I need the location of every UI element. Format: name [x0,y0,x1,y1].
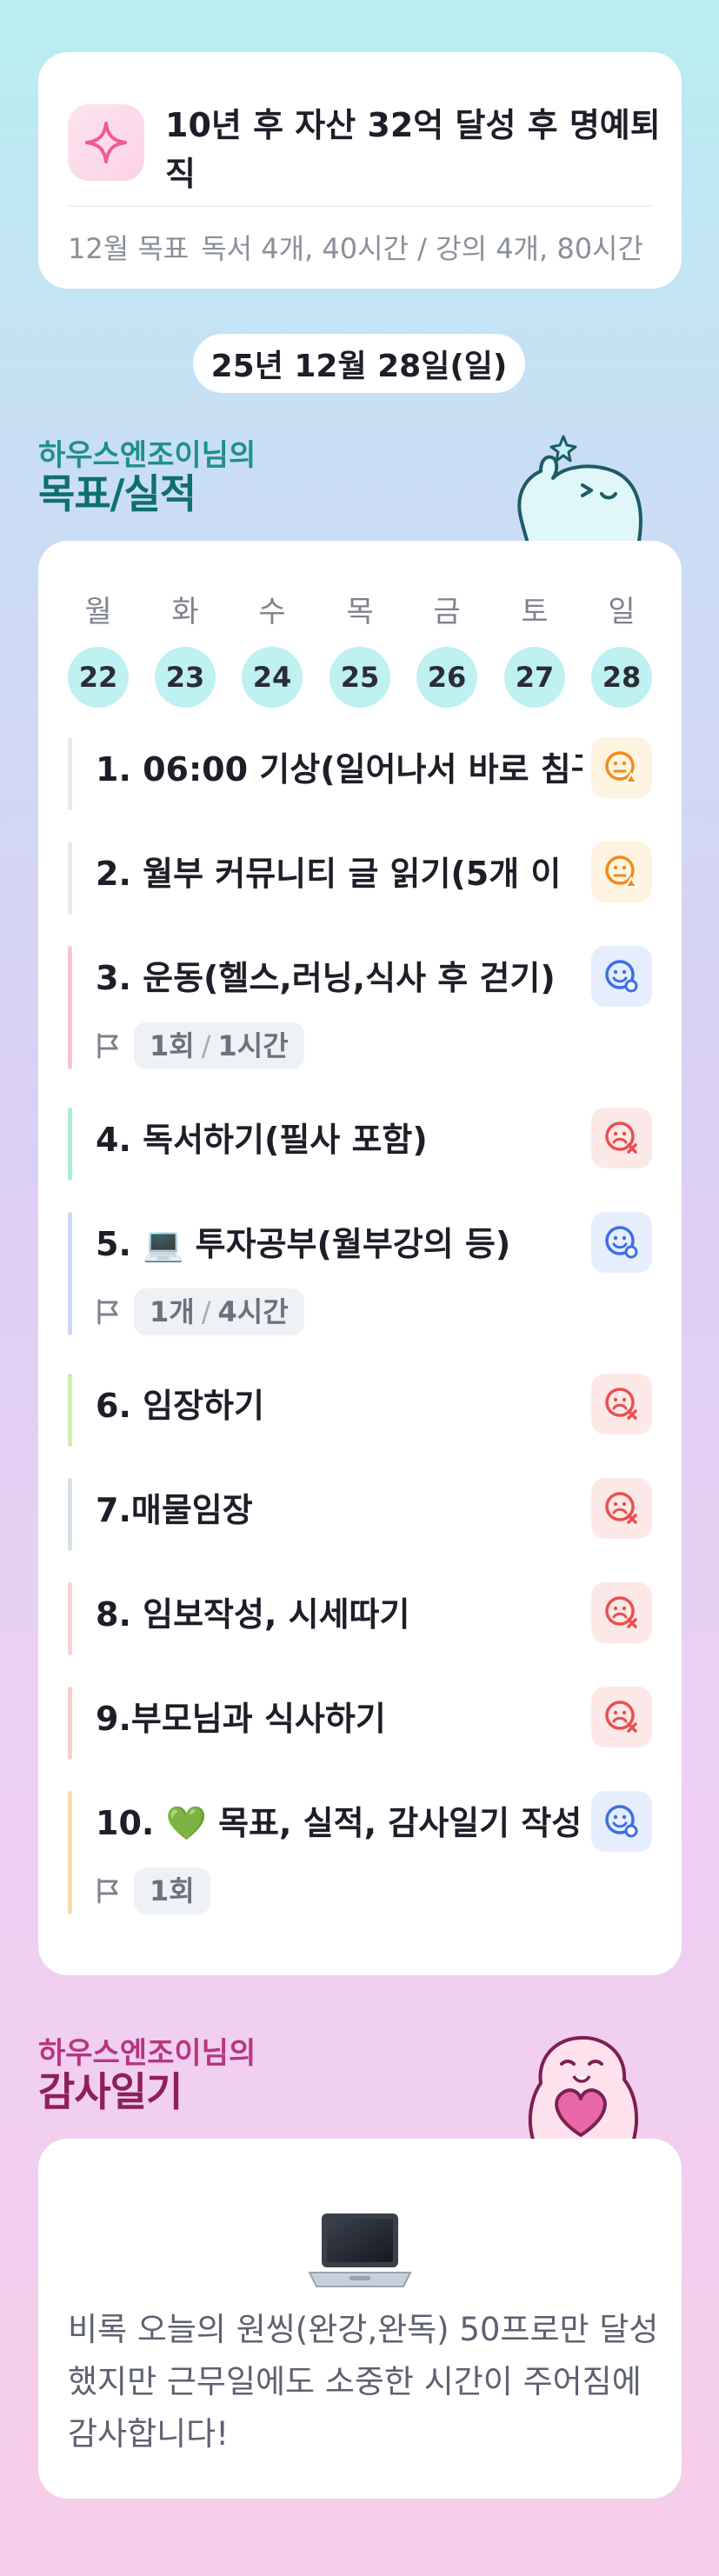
task-title: 10. 💚 목표, 실적, 감사일기 작성 [96,1804,583,1842]
flag-icon [97,1878,118,1904]
progress-count: 1개 [150,1295,195,1328]
task-color-bar [68,1791,72,1914]
progress-separator: / [201,1295,211,1328]
day-sat[interactable]: 토 27 [504,589,565,708]
task-title: 5. 💻 투자공부(월부강의 등) [96,1225,511,1263]
partial-face-icon[interactable] [591,737,652,798]
fail-face-icon[interactable] [591,1478,652,1539]
progress-chip: 1회/1시간 [134,1022,304,1069]
partial-face-icon[interactable] [591,842,652,902]
progress-count: 1회 [150,1029,195,1062]
divider [68,205,652,207]
day-name: 화 [171,595,199,629]
day-name: 금 [433,595,461,629]
task-item[interactable]: 5. 💻 투자공부(월부강의 등) 1개/4시간 [68,1212,652,1335]
task-item[interactable]: 10. 💚 목표, 실적, 감사일기 작성 1회 [68,1791,652,1914]
day-date: 26 [416,647,477,708]
day-thu[interactable]: 목 25 [330,589,390,708]
day-mon[interactable]: 월 22 [68,589,129,708]
task-color-bar [68,1108,72,1181]
fail-face-icon[interactable] [591,1687,652,1747]
goal-card[interactable]: 10년 후 자산 32억 달성 후 명예퇴직 12월 목표 독서 4개, 40시간… [38,52,682,289]
progress-separator: / [201,1029,211,1062]
task-title: 1. 06:00 기상(일어나서 바로 침구 [96,750,583,789]
day-name: 목 [346,595,374,629]
progress-count: 1회 [150,1874,195,1907]
task-color-bar [68,946,72,1069]
gratitude-text: 비록 오늘의 원씽(완강,완독) 50프로만 달성했지만 근무일에도 소중한 시… [68,2311,659,2453]
day-tue[interactable]: 화 23 [155,589,216,708]
laptop-icon [308,2213,412,2287]
task-title: 7.매물임장 [96,1491,253,1529]
task-color-bar [68,737,72,810]
day-date: 25 [330,647,390,708]
task-item[interactable]: 2. 월부 커뮤니티 글 읽기(5개 이 [68,842,652,915]
task-item[interactable]: 9.부모님과 식사하기 [68,1687,652,1760]
goals-list-card: 월 22 화 23 수 24 목 25 금 26 토 27 일 28 1. 06:00 기상(… [38,541,682,1975]
fail-face-icon[interactable] [591,1374,652,1434]
flag-icon [97,1299,118,1325]
task-progress: 1개/4시간 [94,1288,304,1335]
day-name: 토 [521,595,549,629]
progress-chip: 1회 [134,1867,210,1914]
task-item[interactable]: 8. 임보작성, 시세따기 [68,1582,652,1655]
task-color-bar [68,1582,72,1655]
task-color-bar [68,1687,72,1760]
monthly-goal: 12월 목표 독서 4개, 40시간 / 강의 4개, 80시간 [68,223,682,275]
fail-face-icon[interactable] [591,1108,652,1168]
done-face-icon[interactable] [591,1212,652,1273]
day-fri[interactable]: 금 26 [416,589,477,708]
date-selector[interactable]: 25년 12월 28일(일) [193,334,525,393]
day-date: 27 [504,647,565,708]
task-progress: 1회 [94,1867,210,1914]
task-item[interactable]: 3. 운동(헬스,러닝,식사 후 걷기) 1회/1시간 [68,946,652,1069]
task-color-bar [68,1374,72,1447]
fail-face-icon[interactable] [591,1582,652,1643]
task-color-bar [68,1212,72,1335]
gratitude-card[interactable]: 비록 오늘의 원씽(완강,완독) 50프로만 달성했지만 근무일에도 소중한 시… [38,2139,682,2499]
task-item[interactable]: 1. 06:00 기상(일어나서 바로 침구 [68,737,652,810]
task-progress: 1회/1시간 [94,1022,304,1069]
day-wed[interactable]: 수 24 [242,589,303,708]
day-date: 22 [68,647,129,708]
task-title: 4. 독서하기(필사 포함) [96,1121,428,1159]
task-title: 9.부모님과 식사하기 [96,1700,386,1738]
task-item[interactable]: 6. 임장하기 [68,1374,652,1447]
monthly-goal-text: 독서 4개, 40시간 / 강의 4개, 80시간 [201,232,643,265]
mascot-heart-icon [528,2035,639,2142]
task-title: 3. 운동(헬스,러닝,식사 후 걷기) [96,959,556,997]
task-title: 6. 임장하기 [96,1387,264,1425]
day-name: 일 [608,595,636,629]
thanks-section-title: 감사일기 [38,2068,183,2115]
mascot-cheer-icon [517,435,642,546]
progress-time: 1시간 [217,1029,289,1062]
task-color-bar [68,842,72,915]
task-title: 2. 월부 커뮤니티 글 읽기(5개 이 [96,855,562,893]
sparkle-icon [68,104,144,181]
progress-time: 4시간 [217,1295,289,1328]
task-item[interactable]: 4. 독서하기(필사 포함) [68,1108,652,1181]
progress-chip: 1개/4시간 [134,1288,304,1335]
task-item[interactable]: 7.매물임장 [68,1478,652,1551]
day-date: 24 [242,647,303,708]
flag-icon [97,1033,118,1059]
day-name: 월 [84,595,112,629]
monthly-goal-label: 12월 목표 [68,232,190,265]
task-title: 8. 임보작성, 시세따기 [96,1595,410,1634]
day-date: 23 [155,647,216,708]
week-strip: 월 22 화 23 수 24 목 25 금 26 토 27 일 28 [68,589,652,720]
done-face-icon[interactable] [591,946,652,1007]
day-date: 28 [591,647,652,708]
done-face-icon[interactable] [591,1791,652,1852]
day-sun[interactable]: 일 28 [591,589,652,708]
task-color-bar [68,1478,72,1551]
goal-title: 10년 후 자산 32억 달성 후 명예퇴직 [165,106,661,193]
goals-section-title: 목표/실적 [38,470,196,517]
day-name: 수 [258,595,286,629]
